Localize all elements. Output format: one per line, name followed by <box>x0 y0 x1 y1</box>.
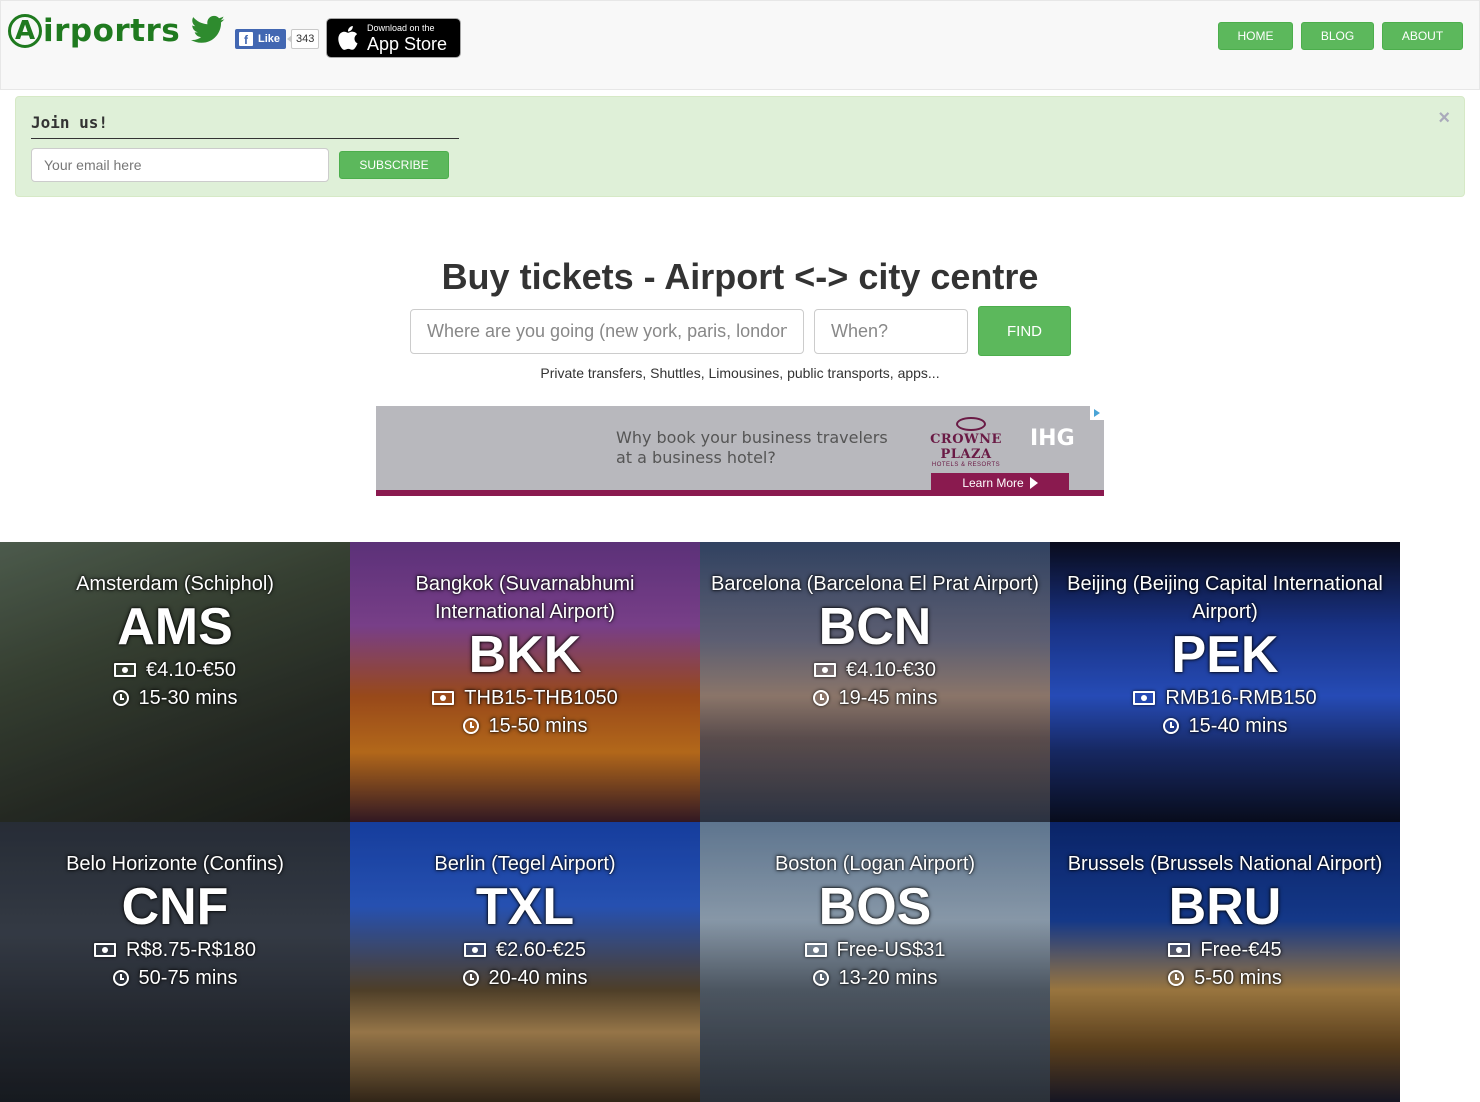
airport-time: 15-50 mins <box>488 715 588 737</box>
ad-line-1: Why book your business travelers <box>616 428 888 447</box>
clock-icon <box>812 970 829 986</box>
ad-bottom-bar <box>376 490 1104 496</box>
money-icon <box>804 943 827 957</box>
app-store-badge[interactable]: Download on the App Store <box>326 18 461 58</box>
airport-time: 15-40 mins <box>1188 715 1288 737</box>
main-nav: HOME BLOG ABOUT <box>1218 22 1463 50</box>
find-button[interactable]: FIND <box>978 306 1071 356</box>
ad-ihg-logo: IHG <box>1030 426 1075 451</box>
clock-icon <box>462 718 479 734</box>
airport-time: 15-30 mins <box>138 687 238 709</box>
search-subtitle: Private transfers, Shuttles, Limousines,… <box>540 365 940 381</box>
close-icon[interactable]: × <box>1438 107 1450 130</box>
nav-about-button[interactable]: ABOUT <box>1382 22 1463 50</box>
apple-icon <box>338 26 358 50</box>
clock-icon <box>112 690 129 706</box>
airport-price: RMB16-RMB150 <box>1165 687 1317 709</box>
money-icon <box>1168 943 1191 957</box>
airport-name: Boston (Logan Airport) <box>774 853 976 875</box>
destination-input[interactable] <box>410 309 804 354</box>
clock-icon <box>112 970 129 986</box>
money-icon <box>463 943 486 957</box>
airport-tile-txl[interactable]: Berlin (Tegel Airport) TXL €2.60-€25 20-… <box>350 822 700 1102</box>
airport-time: 5-50 mins <box>1194 967 1282 989</box>
airport-code: BRU <box>1168 878 1282 936</box>
airport-code: BOS <box>818 878 932 936</box>
ad-brand-sub: HOTELS & RESORTS <box>931 462 1001 468</box>
email-input[interactable] <box>31 148 329 182</box>
money-icon <box>432 691 455 705</box>
date-input[interactable] <box>814 309 968 354</box>
airport-code: PEK <box>1171 626 1279 684</box>
join-banner: Join us! SUBSCRIBE × <box>15 96 1465 197</box>
adchoices-icon[interactable] <box>1090 406 1104 420</box>
airport-price: Free-€45 <box>1200 939 1282 961</box>
airport-tile-bkk[interactable]: Bangkok (Suvarnabhumi International Airp… <box>350 542 700 822</box>
site-logo[interactable]: A irportrs <box>8 11 180 51</box>
airport-code: BCN <box>818 598 932 656</box>
clock-icon <box>812 690 829 706</box>
facebook-like-widget[interactable]: f Like 343 <box>235 29 320 49</box>
logo-letter: A <box>8 14 42 48</box>
airport-code: CNF <box>121 878 229 936</box>
airport-grid: Amsterdam (Schiphol) AMS €4.10-€50 15-30… <box>0 542 1400 1102</box>
airport-time: 20-40 mins <box>488 967 588 989</box>
airport-name: Berlin (Tegel Airport) <box>434 853 616 875</box>
app-store-small-text: Download on the <box>367 22 435 33</box>
money-icon <box>813 663 836 677</box>
money-icon <box>1133 691 1156 705</box>
site-header: A irportrs f Like 343 Download on the Ap… <box>0 0 1480 90</box>
airport-price: R$8.75-R$180 <box>125 939 257 961</box>
twitter-icon[interactable] <box>191 15 225 45</box>
clock-icon <box>1168 970 1185 986</box>
play-icon <box>1029 477 1038 489</box>
airport-name: Beijing (Beijing Capital International A… <box>1067 573 1383 623</box>
money-icon <box>93 943 116 957</box>
airport-tile-bcn[interactable]: Barcelona (Barcelona El Prat Airport) BC… <box>700 542 1050 822</box>
nav-home-button[interactable]: HOME <box>1218 22 1293 50</box>
airport-name: Brussels (Brussels National Airport) <box>1067 853 1383 875</box>
airport-name: Amsterdam (Schiphol) <box>76 573 274 595</box>
facebook-like-label: Like <box>258 33 281 45</box>
join-title: Join us! <box>31 113 459 139</box>
facebook-icon: f <box>239 32 253 46</box>
app-store-big-text: App Store <box>367 33 448 54</box>
airport-tile-bru[interactable]: Brussels (Brussels National Airport) BRU… <box>1050 822 1400 1102</box>
clock-icon <box>1162 718 1179 734</box>
airport-price: €2.60-€25 <box>495 939 587 961</box>
airport-code: TXL <box>475 878 575 936</box>
facebook-like-button[interactable]: f Like <box>235 29 287 49</box>
airport-price: THB15-THB1050 <box>464 687 618 709</box>
airport-tile-pek[interactable]: Beijing (Beijing Capital International A… <box>1050 542 1400 822</box>
ad-learn-more-label: Learn More <box>962 476 1024 490</box>
airport-tile-cnf[interactable]: Belo Horizonte (Confins) CNF R$8.75-R$18… <box>0 822 350 1102</box>
airport-tile-ams[interactable]: Amsterdam (Schiphol) AMS €4.10-€50 15-30… <box>0 542 350 822</box>
clock-icon <box>462 970 479 986</box>
airport-time: 13-20 mins <box>838 967 938 989</box>
airport-name: Belo Horizonte (Confins) <box>66 853 284 875</box>
airport-price: €4.10-€30 <box>845 659 937 681</box>
airport-time: 50-75 mins <box>138 967 238 989</box>
ad-text: Why book your business travelers at a bu… <box>616 428 888 468</box>
airport-code: AMS <box>117 598 233 656</box>
airport-code: BKK <box>468 626 582 684</box>
airport-price: Free-US$31 <box>836 939 946 961</box>
ad-brand-name: CROWNE PLAZA <box>930 432 1002 462</box>
page-title: Buy tickets - Airport <-> city centre <box>441 256 1039 297</box>
airport-time: 19-45 mins <box>838 687 938 709</box>
nav-blog-button[interactable]: BLOG <box>1301 22 1374 50</box>
money-icon <box>113 663 136 677</box>
airport-price: €4.10-€50 <box>145 659 237 681</box>
airport-name: Bangkok (Suvarnabhumi International Airp… <box>415 573 635 623</box>
airport-name: Barcelona (Barcelona El Prat Airport) <box>711 573 1039 595</box>
crown-icon <box>956 417 986 431</box>
airport-tile-bos[interactable]: Boston (Logan Airport) BOS Free-US$31 13… <box>700 822 1050 1102</box>
logo-text: irportrs <box>43 13 181 49</box>
subscribe-button[interactable]: SUBSCRIBE <box>339 151 449 179</box>
facebook-like-count: 343 <box>286 29 320 49</box>
advertisement-banner[interactable]: Why book your business travelers at a bu… <box>376 406 1104 496</box>
ad-line-2: at a business hotel? <box>616 448 776 467</box>
ad-brand-logo: CROWNE PLAZA HOTELS & RESORTS <box>916 416 1016 468</box>
